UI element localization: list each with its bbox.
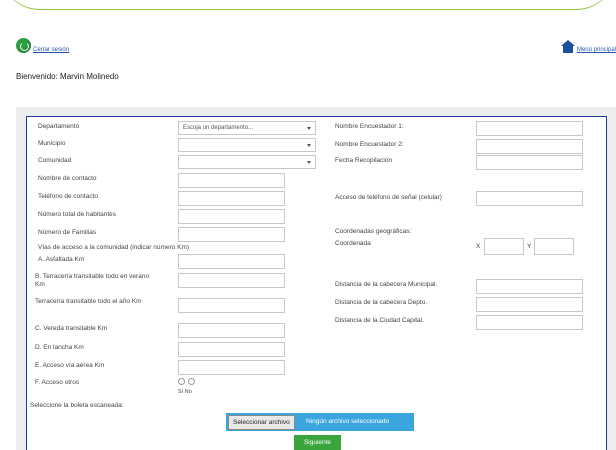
- header-curve-divider: [0, 0, 616, 10]
- chevron-down-icon: [307, 144, 311, 147]
- municipio-label: Municipio: [38, 140, 66, 147]
- departamento-label: Departamento: [38, 123, 80, 130]
- numero-familias-label: Número de Familias: [38, 229, 97, 236]
- fecha-recopilacion-label: Fecha Recopilación: [335, 157, 393, 164]
- encuestador1-label: Nombre Encuestador 1:: [335, 123, 404, 130]
- select-file-button[interactable]: Seleccionar archivo: [228, 415, 295, 430]
- home-icon: [560, 40, 575, 53]
- otros-no-radio[interactable]: [188, 378, 195, 385]
- municipio-select[interactable]: [178, 138, 316, 152]
- via-aerea-input[interactable]: [178, 360, 285, 375]
- dist-municipal-label: Distancia de la cabecera Municipal.: [335, 281, 438, 288]
- coordenadas-label: Coordenadas geográficas:: [335, 228, 412, 235]
- coordenada-x-input[interactable]: [484, 238, 524, 255]
- encuestador2-label: Nombre Encuestador 2:: [335, 141, 404, 148]
- nombre-contacto-input[interactable]: [178, 173, 285, 188]
- next-button[interactable]: Siguiente: [294, 435, 341, 450]
- home-label[interactable]: Menú principal: [577, 47, 616, 53]
- encuestador1-input[interactable]: [476, 121, 583, 136]
- vias-acceso-label: Vías de acceso a la comunidad (indicar n…: [38, 244, 190, 251]
- file-status-text: Ningún archivo seleccionado: [306, 418, 390, 425]
- dist-departamental-label: Distancia de la cabecera Depto.: [335, 299, 428, 306]
- via-terraceria-anio-label: Terracería transitable todo el año Km: [35, 298, 142, 305]
- via-asfaltada-label: A. Asfaltada Km: [38, 256, 85, 263]
- radio-options-label: Sí No: [178, 389, 192, 395]
- telefono-contacto-label: Teléfono de contacto: [38, 193, 98, 200]
- nombre-contacto-label: Nombre de contacto: [38, 175, 97, 182]
- via-terraceria-anio-input[interactable]: [178, 298, 285, 313]
- comunidad-select[interactable]: [178, 155, 316, 169]
- via-lancha-label: D. En lancha Km: [35, 344, 84, 351]
- otros-si-radio[interactable]: [178, 378, 185, 385]
- dist-municipal-input[interactable]: [476, 279, 583, 294]
- power-icon: [16, 38, 31, 53]
- coordenada-y-label: Y: [527, 243, 532, 250]
- comunidad-label: Comunidad: [38, 157, 72, 164]
- chevron-down-icon: [307, 161, 311, 164]
- coordenada-label: Coordenada: [335, 240, 371, 247]
- numero-habitantes-label: Número total de habitantes: [38, 211, 117, 218]
- via-terraceria-verano-label: B. Terracería transitable todo en verano…: [35, 273, 150, 288]
- chevron-down-icon: [307, 127, 311, 130]
- acceso-otros-label: F. Acceso otros: [35, 379, 80, 386]
- home-link[interactable]: Menú principal: [560, 40, 616, 53]
- via-terraceria-verano-input[interactable]: [178, 273, 285, 288]
- welcome-text: Bienvenido: Marvin Molinedo: [16, 72, 119, 81]
- dist-departamental-input[interactable]: [476, 297, 583, 312]
- via-aerea-label: E. Acceso vía aérea Km: [35, 362, 105, 369]
- coordenada-y-input[interactable]: [534, 238, 574, 255]
- dist-capital-input[interactable]: [476, 315, 583, 330]
- via-asfaltada-input[interactable]: [178, 254, 285, 269]
- departamento-select[interactable]: Escoja un departamento...: [178, 121, 316, 135]
- logout-link[interactable]: Cerrar sesión: [16, 38, 69, 53]
- numero-familias-input[interactable]: [178, 227, 285, 242]
- telefono-contacto-input[interactable]: [178, 191, 285, 206]
- encuestador2-input[interactable]: [476, 139, 583, 154]
- coordenada-x-label: X: [476, 243, 481, 250]
- file-prompt-label: Seleccione la boleta escaneada:: [30, 402, 124, 409]
- fecha-recopilacion-input[interactable]: [476, 155, 583, 170]
- via-lancha-input[interactable]: [178, 342, 285, 357]
- dist-capital-label: Distancia de la Ciudad Capital.: [335, 317, 424, 324]
- acceso-celular-input[interactable]: [476, 191, 583, 206]
- acceso-celular-label: Acceso de teléfono de señal (celular): [335, 194, 442, 201]
- via-vereda-label: C. Vereda transitable Km: [35, 325, 108, 332]
- logout-label[interactable]: Cerrar sesión: [33, 47, 69, 53]
- numero-habitantes-input[interactable]: [178, 209, 285, 224]
- via-vereda-input[interactable]: [178, 323, 285, 338]
